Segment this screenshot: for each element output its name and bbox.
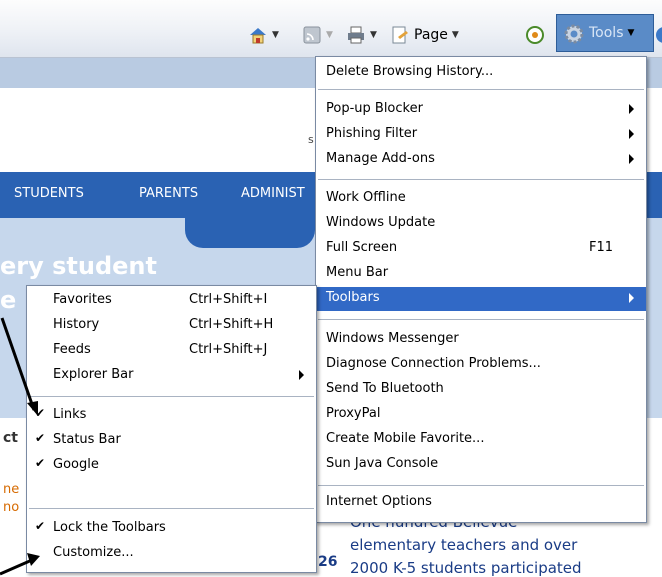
annotation-arrow [0,558,33,576]
arrowhead-icon [27,401,38,416]
arrowhead-icon [27,553,40,566]
annotation-arrow [0,317,36,411]
annotation-arrows [0,317,40,576]
